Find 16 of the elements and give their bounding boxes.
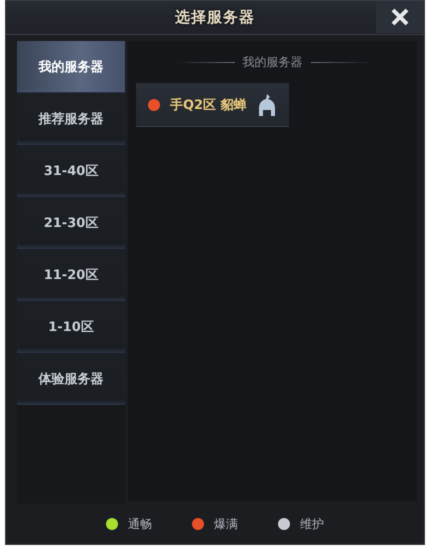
sidebar-tab[interactable]: 体验服务器 bbox=[17, 353, 125, 405]
close-icon bbox=[391, 8, 409, 26]
window-title: 选择服务器 bbox=[175, 8, 255, 27]
helmet-icon bbox=[256, 92, 277, 116]
legend-label: 通畅 bbox=[128, 516, 152, 532]
close-button[interactable] bbox=[376, 1, 424, 33]
sidebar-tab[interactable]: 11-20区 bbox=[17, 249, 125, 301]
sidebar-tab[interactable]: 我的服务器 bbox=[17, 41, 125, 93]
server-entry[interactable]: 手Q2区 貂蝉 bbox=[136, 83, 289, 127]
sidebar-tab[interactable]: 21-30区 bbox=[17, 197, 125, 249]
section-heading: 我的服务器 bbox=[242, 54, 302, 70]
legend-label: 爆满 bbox=[214, 516, 238, 532]
sidebar-tab[interactable]: 1-10区 bbox=[17, 301, 125, 353]
sidebar-tab[interactable]: 推荐服务器 bbox=[17, 93, 125, 145]
legend-label: 维护 bbox=[300, 516, 324, 532]
sidebar-tab[interactable]: 31-40区 bbox=[17, 145, 125, 197]
